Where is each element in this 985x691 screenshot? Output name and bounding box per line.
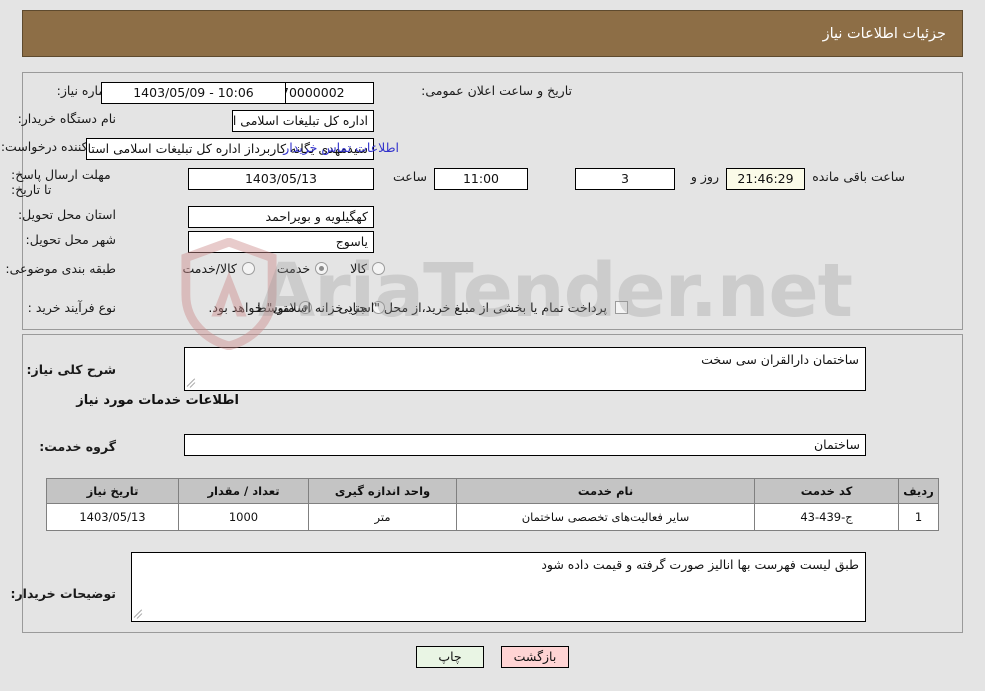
category-radio-kala-khedmat-label: کالا/خدمت (182, 261, 237, 276)
general-desc-textarea[interactable]: ساختمان دارالقران سی سخت (184, 347, 866, 391)
items-table: ردیف کد خدمت نام خدمت واحد اندازه گیری ت… (46, 478, 939, 531)
print-button[interactable]: چاپ (416, 646, 484, 668)
cell-index: 1 (898, 503, 939, 531)
buyer-contact-link[interactable]: اطلاعات تماس خریدار (283, 140, 399, 155)
city-value: یاسوج (188, 231, 374, 253)
deadline-label: مهلت ارسال پاسخ: تا تاریخ: (11, 167, 111, 197)
table-header-row: ردیف کد خدمت نام خدمت واحد اندازه گیری ت… (46, 478, 939, 504)
buyer-notes-textarea[interactable]: طبق لیست فهرست بها انالیز صورت گرفته و ق… (131, 552, 866, 622)
province-label-row: استان محل تحویل: (18, 207, 116, 222)
city-label-row: شهر محل تحویل: (26, 232, 116, 247)
buyer-notes-label: توضیحات خریدار: (10, 586, 116, 601)
cell-code: ج-439-43 (754, 503, 899, 531)
buyer-org-label: نام دستگاه خریدار: (17, 111, 116, 126)
deadline-time-label-row: ساعت (393, 169, 427, 184)
page-title: جزئیات اطلاعات نیاز (822, 25, 946, 42)
footer-button-bar: بازگشت چاپ (0, 646, 985, 668)
service-group-label-row: گروه خدمت: (39, 439, 116, 454)
need-summary-panel (22, 72, 963, 330)
category-radio-khedmat[interactable]: خدمت (276, 261, 329, 276)
general-desc-value: ساختمان دارالقران سی سخت (701, 352, 859, 367)
buyer-org-value: اداره کل تبلیغات اسلامی استان کهگیلویه و… (232, 110, 374, 132)
items-table-wrapper: ردیف کد خدمت نام خدمت واحد اندازه گیری ت… (46, 478, 939, 531)
radio-icon[interactable] (241, 262, 255, 275)
treasury-note-text: پرداخت تمام یا بخشی از مبلغ خرید،از محل … (208, 300, 607, 315)
resize-grip-icon[interactable] (134, 608, 146, 620)
radio-icon[interactable] (372, 262, 385, 275)
back-button[interactable]: بازگشت (501, 646, 569, 668)
general-desc-label: شرح کلی نیاز: (26, 362, 116, 377)
col-name: نام خدمت (456, 478, 755, 504)
category-radio-khedmat-label: خدمت (276, 261, 311, 276)
deadline-time-value: 11:00 (434, 168, 528, 190)
category-radio-kala-khedmat[interactable]: کالا/خدمت (182, 261, 255, 276)
buyer-contact-link-row[interactable]: اطلاعات تماس خریدار (283, 140, 399, 155)
col-date: تاریخ نیاز (46, 478, 179, 504)
remaining-days-value: 3 (575, 168, 675, 190)
remaining-clock-value: 21:46:29 (726, 168, 805, 190)
announce-datetime-label: تاریخ و ساعت اعلان عمومی: (421, 83, 572, 98)
deadline-date-value: 1403/05/13 (188, 168, 374, 190)
treasury-note-row[interactable]: پرداخت تمام یا بخشی از مبلغ خرید،از محل … (208, 300, 628, 315)
announce-datetime-label-row: تاریخ و ساعت اعلان عمومی: (421, 83, 572, 98)
remaining-hours-label-row: ساعت باقی مانده (812, 169, 905, 184)
col-index: ردیف (898, 478, 939, 504)
category-radio-kala-label: کالا (350, 261, 367, 276)
cell-date: 1403/05/13 (46, 503, 179, 531)
process-type-label: نوع فرآیند خرید : (27, 300, 116, 315)
service-group-value: ساختمان (184, 434, 866, 456)
buyer-notes-label-row: توضیحات خریدار: (10, 586, 116, 601)
page-header: جزئیات اطلاعات نیاز (22, 10, 963, 57)
province-value: کهگیلویه و بویراحمد (188, 206, 374, 228)
col-code: کد خدمت (754, 478, 899, 504)
province-label: استان محل تحویل: (17, 207, 116, 222)
cell-quantity: 1000 (178, 503, 309, 531)
treasury-checkbox[interactable] (615, 301, 628, 314)
remaining-days-label-row: روز و (691, 169, 719, 184)
deadline-label-row: مهلت ارسال پاسخ: تا تاریخ: (11, 167, 116, 197)
resize-grip-icon[interactable] (187, 377, 199, 389)
table-row: 1 ج-439-43 سایر فعالیت‌های تخصصی ساختمان… (46, 503, 939, 531)
remaining-days-label: روز و (690, 169, 719, 184)
general-desc-label-row: شرح کلی نیاز: (27, 362, 116, 377)
process-type-label-row: نوع فرآیند خرید : (28, 300, 116, 315)
category-label-row: طبقه بندی موضوعی: (5, 261, 116, 276)
deadline-time-label: ساعت (392, 169, 427, 184)
col-unit: واحد اندازه گیری (308, 478, 457, 504)
cell-unit: متر (308, 503, 457, 531)
buyer-org-label-row: نام دستگاه خریدار: (18, 111, 116, 126)
announce-datetime-value: 10:06 - 1403/05/09 (101, 82, 286, 104)
buyer-notes-value: طبق لیست فهرست بها انالیز صورت گرفته و ق… (541, 557, 859, 572)
radio-icon[interactable] (315, 262, 329, 275)
remaining-hours-label: ساعت باقی مانده (812, 169, 905, 184)
category-radio-kala[interactable]: کالا (350, 261, 385, 276)
service-group-label: گروه خدمت: (39, 439, 116, 454)
col-quantity: تعداد / مقدار (178, 478, 309, 504)
city-label: شهر محل تحویل: (25, 232, 116, 247)
services-section-title: اطلاعات خدمات مورد نیاز (76, 393, 239, 408)
cell-name: سایر فعالیت‌های تخصصی ساختمان (456, 503, 755, 531)
category-radio-group[interactable]: کالا خدمت کالا/خدمت (182, 261, 385, 276)
category-label: طبقه بندی موضوعی: (5, 261, 116, 276)
